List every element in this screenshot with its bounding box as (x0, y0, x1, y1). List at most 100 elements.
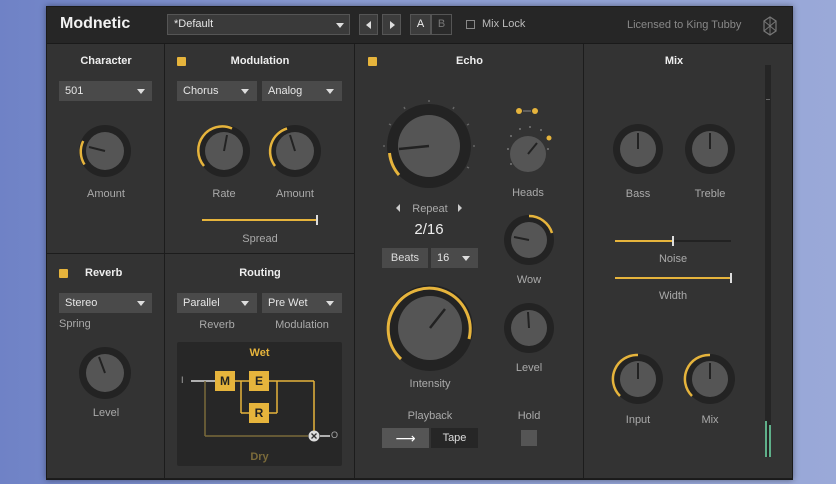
echo-heads-label: Heads (512, 187, 544, 199)
echo-intensity-knob[interactable] (383, 281, 477, 375)
routing-order-dropdown[interactable]: Parallel (177, 293, 257, 313)
modulation-mode-value: Analog (268, 85, 303, 97)
repeat-decrement-icon[interactable] (396, 204, 400, 212)
mix-panel: Mix Bass Treble Noise Width Input Mix (584, 44, 792, 479)
routing-modulation-value: Pre Wet (268, 297, 308, 309)
echo-repeat-value: 2/16 (414, 221, 444, 238)
reverb-panel: Reverb Stereo Spring Level (47, 254, 165, 479)
reverb-level-label: Level (92, 407, 120, 419)
mix-treble-knob[interactable] (682, 121, 738, 177)
preset-dropdown[interactable]: *Default (167, 14, 350, 35)
modulation-mode-dropdown[interactable]: Analog (262, 81, 342, 101)
noise-slider-track[interactable] (615, 240, 673, 242)
modulation-rate-knob[interactable] (194, 121, 254, 181)
width-slider-thumb[interactable] (730, 273, 732, 283)
heads-indicator (516, 108, 538, 114)
echo-hold-button[interactable] (521, 430, 537, 446)
chevron-down-icon (241, 89, 249, 94)
chevron-down-icon (336, 23, 344, 28)
echo-sync-button[interactable]: Beats (382, 248, 428, 268)
noise-slider-thumb[interactable] (672, 236, 674, 246)
echo-title: Echo (456, 55, 483, 67)
reverb-type-value: Stereo (65, 297, 98, 309)
echo-heads-knob[interactable] (503, 124, 553, 184)
brand-icon (763, 16, 777, 36)
character-title: Character (80, 55, 132, 67)
echo-division-dropdown[interactable]: 16 (431, 248, 478, 268)
chevron-down-icon (326, 301, 334, 306)
ab-a-button[interactable]: A (410, 14, 431, 35)
previous-preset-button[interactable] (359, 14, 378, 35)
mix-mix-knob[interactable] (682, 351, 738, 407)
modulation-amount-label: Amount (276, 188, 314, 200)
modulation-type-dropdown[interactable]: Chorus (177, 81, 257, 101)
spread-slider-thumb[interactable] (316, 215, 318, 225)
character-amount-knob[interactable] (75, 121, 135, 181)
chevron-down-icon (326, 89, 334, 94)
echo-wow-knob[interactable] (501, 212, 557, 268)
routing-diagram: Wet I M E R O Dry (177, 342, 342, 466)
routing-echo-box[interactable]: E (249, 371, 269, 391)
character-model-value: 501 (65, 85, 84, 97)
output-meter (765, 65, 771, 457)
modulation-panel: Modulation Chorus Analog Rate Amount Spr… (165, 44, 355, 254)
next-preset-button[interactable] (382, 14, 401, 35)
routing-order-value: Parallel (183, 297, 220, 309)
echo-wow-label: Wow (516, 274, 542, 286)
echo-playback-label: Playback (407, 410, 453, 422)
arrow-left-icon (366, 21, 371, 29)
mix-bass-knob[interactable] (610, 121, 666, 177)
reverb-title: Reverb (85, 267, 123, 279)
mix-title: Mix (664, 55, 684, 67)
app-logo: Modnetic (60, 15, 131, 32)
mix-noise-label: Noise (658, 253, 688, 265)
echo-level-knob[interactable] (501, 300, 557, 356)
playback-tape-button[interactable]: Tape (431, 428, 478, 448)
chevron-down-icon (137, 301, 145, 306)
chevron-down-icon (137, 89, 145, 94)
echo-intensity-label: Intensity (409, 378, 451, 390)
routing-modulation-box[interactable]: M (215, 371, 235, 391)
meter-tick (766, 99, 770, 100)
spread-slider-track[interactable] (202, 219, 317, 221)
reverb-level-knob[interactable] (75, 343, 135, 403)
character-panel: Character 501 Amount (47, 44, 165, 254)
width-slider-track[interactable] (615, 277, 731, 279)
reverb-enable-toggle[interactable] (59, 269, 68, 278)
playback-forward-button[interactable]: ⟶ (382, 428, 429, 448)
routing-modulation-label: Modulation (275, 319, 329, 331)
repeat-increment-icon[interactable] (458, 204, 462, 212)
mix-input-knob[interactable] (610, 351, 666, 407)
character-amount-label: Amount (87, 188, 125, 200)
character-model-dropdown[interactable]: 501 (59, 81, 152, 101)
reverb-type-dropdown[interactable]: Stereo (59, 293, 152, 313)
mix-treble-label: Treble (694, 188, 726, 200)
routing-title: Routing (239, 267, 281, 279)
mix-lock-label: Mix Lock (482, 18, 526, 30)
echo-repeat-label: Repeat (412, 203, 448, 215)
echo-panel: Echo Repeat 2/16 Beats 16 Heads Wow Inte… (355, 44, 584, 479)
mix-node-icon (308, 430, 320, 442)
echo-division-value: 16 (437, 252, 450, 264)
reverb-type-label: Spring (59, 318, 91, 330)
chevron-down-icon (241, 301, 249, 306)
preset-name: *Default (174, 18, 214, 30)
routing-modulation-dropdown[interactable]: Pre Wet (262, 293, 342, 313)
echo-repeat-knob[interactable] (379, 96, 479, 196)
plugin-window: Modnetic *Default A B Mix Lock Licensed … (46, 6, 793, 480)
modulation-amount-knob[interactable] (265, 121, 325, 181)
mix-input-label: Input (625, 414, 651, 426)
dry-label: Dry (250, 451, 269, 463)
arrow-right-icon (390, 21, 395, 29)
routing-order-label: Reverb (199, 319, 235, 331)
routing-reverb-box[interactable]: R (249, 403, 269, 423)
license-text: Licensed to King Tubby (627, 19, 742, 31)
modulation-type-value: Chorus (183, 85, 219, 97)
input-marker: I (181, 375, 184, 385)
meter-level-left (765, 421, 767, 457)
wet-label: Wet (249, 347, 270, 359)
mix-lock-checkbox[interactable] (466, 20, 475, 29)
top-bar: Modnetic *Default A B Mix Lock Licensed … (47, 7, 792, 44)
ab-b-button[interactable]: B (431, 14, 452, 35)
modulation-rate-label: Rate (212, 188, 236, 200)
